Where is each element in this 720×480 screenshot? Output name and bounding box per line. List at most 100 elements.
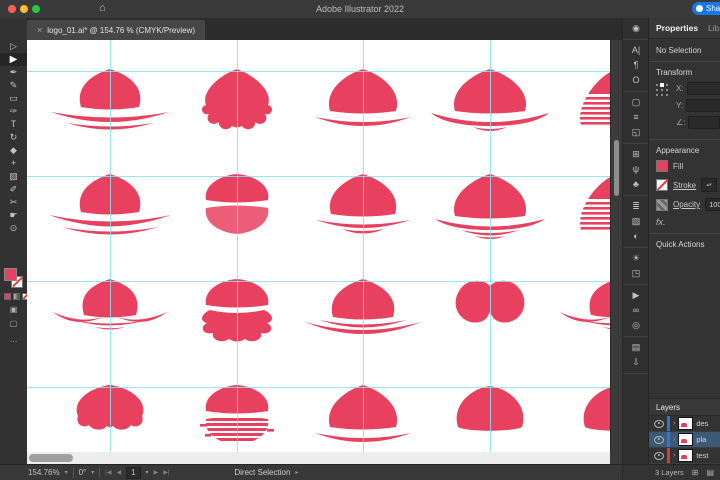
reference-point-dot[interactable] (666, 89, 668, 91)
pathfinder-panel-icon[interactable]: ◱ (623, 125, 649, 140)
swatches-panel-icon[interactable]: ☀ (623, 251, 649, 266)
opacity-swatch[interactable] (656, 198, 668, 211)
visibility-eye-icon[interactable] (654, 451, 664, 460)
vertical-guide[interactable] (237, 40, 238, 452)
reference-point-dot[interactable] (656, 89, 658, 91)
horizontal-guide[interactable] (27, 387, 610, 388)
layers-panel-icon[interactable]: ▤ (623, 340, 649, 355)
horizontal-guide[interactable] (27, 71, 610, 72)
horizontal-scrollbar[interactable] (27, 452, 610, 464)
draw-mode-icon[interactable]: ▣ (0, 305, 27, 314)
logo-dome-plain[interactable] (552, 383, 610, 452)
vertical-guide[interactable] (490, 40, 491, 452)
gradient-tool[interactable]: ▧ (0, 170, 27, 183)
gradient-panel-icon[interactable]: ▧ (623, 214, 649, 229)
fill-label[interactable]: Fill (673, 162, 683, 171)
visibility-eye-icon[interactable] (654, 435, 664, 444)
rectangle-tool[interactable]: ▭ (0, 92, 27, 105)
vertical-guide[interactable] (363, 40, 364, 452)
paintbrush-tool[interactable]: ✑ (0, 105, 27, 118)
direct-selection-tool[interactable]: ▶ (0, 53, 27, 66)
layer-name[interactable]: des (696, 419, 708, 428)
reference-point-dot[interactable] (666, 84, 668, 86)
align-panel-icon[interactable]: ≡ (623, 110, 649, 125)
visibility-eye-icon[interactable] (654, 419, 664, 428)
document-tab[interactable]: × logo_01.ai* @ 154.76 % (CMYK/Preview) (27, 20, 206, 40)
hand-tool[interactable]: ☛ (0, 209, 27, 222)
actions-panel-icon[interactable]: ▶ (623, 288, 649, 303)
rotation-value[interactable]: 0° (79, 468, 87, 477)
layer-row[interactable]: › pla (649, 432, 720, 448)
shape-builder-tool[interactable]: ◆ (0, 144, 27, 157)
stroke-weight-stepper[interactable]: ▴▾ (701, 178, 718, 192)
scale-tool[interactable]: + (0, 157, 27, 170)
layer-thumbnail[interactable] (678, 417, 694, 430)
fill-stroke-indicator[interactable] (4, 268, 23, 288)
horizontal-scrollbar-thumb[interactable] (29, 454, 73, 462)
reference-point-dot[interactable] (656, 94, 658, 96)
reference-point-dot[interactable] (666, 94, 668, 96)
prev-artboard-icon[interactable]: ◀ (116, 469, 121, 476)
asset-export-panel-icon[interactable]: ⇩ (623, 355, 649, 370)
layer-row[interactable]: › des (649, 416, 720, 432)
logo-stripes[interactable] (552, 67, 610, 152)
last-artboard-icon[interactable]: ▶| (163, 469, 169, 476)
layers-panel-header[interactable]: Layers (649, 398, 720, 416)
artboard-canvas[interactable] (27, 40, 610, 452)
effects-panel-icon[interactable]: ◉ (623, 21, 649, 36)
zoom-level[interactable]: 154.76% (28, 468, 60, 477)
artboard-chevron-icon[interactable]: ▾ (146, 469, 149, 476)
opacity-label[interactable]: Opacity (673, 200, 700, 209)
artboards-panel-icon[interactable]: ⊞ (623, 147, 649, 162)
curvature-tool[interactable]: ✎ (0, 79, 27, 92)
pattern-panel-icon[interactable]: ◳ (623, 266, 649, 281)
color-panel-icon[interactable]: ◐ (623, 229, 649, 244)
screen-mode-icon[interactable]: ▢ (0, 319, 27, 328)
logo-stripes[interactable] (552, 172, 610, 257)
layer-thumbnail[interactable] (678, 449, 694, 462)
opacity-value-field[interactable]: 100% (705, 198, 720, 211)
tab-libraries[interactable]: Libraries (708, 23, 720, 33)
angle-field[interactable] (688, 116, 720, 129)
character-panel-icon[interactable]: A| (623, 43, 649, 58)
reference-point-dot[interactable] (661, 89, 663, 91)
artboard-number-field[interactable]: 1 (126, 466, 141, 479)
expand-chevron-icon[interactable]: › (673, 452, 675, 459)
close-tab-icon[interactable]: × (37, 25, 42, 35)
pen-tool[interactable]: ✒ (0, 66, 27, 79)
rotate-tool[interactable]: ↻ (0, 131, 27, 144)
scissors-tool[interactable]: ✂ (0, 196, 27, 209)
expand-chevron-icon[interactable]: › (673, 420, 675, 427)
tab-properties[interactable]: Properties (656, 23, 698, 33)
new-layer-icon[interactable]: ⊞ (692, 468, 699, 477)
layer-name[interactable]: pla (696, 435, 706, 444)
y-field[interactable] (686, 99, 720, 112)
layer-name[interactable]: test (696, 451, 708, 460)
status-splitter-icon[interactable]: ▸ (295, 469, 298, 476)
navigator-panel-icon[interactable]: ◎ (623, 318, 649, 333)
stroke-swatch[interactable] (656, 179, 668, 191)
reference-point-dot[interactable] (660, 83, 664, 87)
reference-point-dot[interactable] (661, 94, 663, 96)
symbol-sprayer-panel-icon[interactable]: ψ (623, 162, 649, 177)
fill-color-swatch[interactable] (4, 268, 17, 281)
zoom-tool[interactable]: ⊙ (0, 222, 27, 235)
layer-row[interactable]: › test (649, 448, 720, 464)
selection-tool[interactable]: ▷ (0, 40, 27, 53)
layer-thumbnail[interactable] (678, 433, 694, 446)
next-artboard-icon[interactable]: ▶ (154, 469, 159, 476)
x-field[interactable] (686, 82, 720, 95)
fill-swatch[interactable] (656, 160, 668, 172)
eyedropper-tool[interactable]: ✐ (0, 183, 27, 196)
rotation-chevron-icon[interactable]: ▾ (91, 469, 94, 476)
reference-point-grid[interactable] (656, 83, 669, 97)
layer-options-icon[interactable]: ▤ (706, 468, 714, 477)
first-artboard-icon[interactable]: |◀ (105, 469, 111, 476)
share-button[interactable]: Share (692, 2, 720, 15)
opentype-panel-icon[interactable]: O (623, 73, 649, 88)
color-button[interactable] (4, 293, 11, 300)
symbols-panel-icon[interactable]: ♣ (623, 177, 649, 192)
type-tool[interactable]: T (0, 118, 27, 131)
reference-point-dot[interactable] (656, 84, 658, 86)
vertical-guide[interactable] (110, 40, 111, 452)
